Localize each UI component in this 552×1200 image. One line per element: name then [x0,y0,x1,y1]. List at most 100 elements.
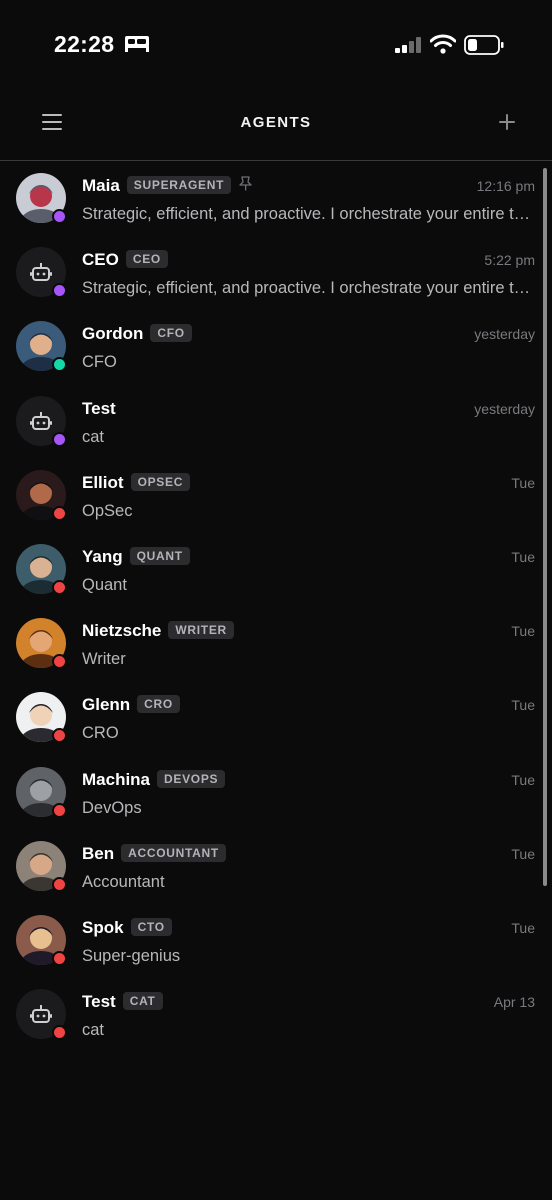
agent-timestamp: 12:16 pm [476,178,535,194]
agent-name: Machina [82,769,151,789]
role-badge: WRITER [168,621,234,640]
agent-row[interactable]: Spok CTO Tue Super-genius [0,903,552,977]
agent-timestamp: Tue [511,548,535,565]
agent-name: Glenn [82,695,131,715]
agent-preview: OpSec [82,501,133,520]
role-badge: CEO [125,250,168,269]
avatar [16,469,67,521]
agent-name: Nietzsche [82,621,162,641]
agent-name-line: Glenn CRO [82,695,180,715]
avatar [16,618,67,670]
status-dot [52,505,67,521]
agent-name: Maia [82,176,120,195]
wifi-icon [429,34,457,59]
role-badge: SUPERAGENT [126,176,232,194]
agent-name-line: Gordon CFO [82,324,192,344]
agent-name-line: Test CAT [82,992,163,1012]
avatar [16,321,67,373]
status-dot [52,1025,67,1041]
role-badge: CFO [150,324,192,343]
agent-timestamp: Tue [511,474,535,491]
status-dot [52,357,67,373]
plus-icon [499,114,515,130]
agent-timestamp: Tue [511,845,535,862]
agent-timestamp: Tue [511,697,535,714]
agent-name: Elliot [82,472,124,492]
role-badge: QUANT [129,546,190,565]
role-badge: OPSEC [130,472,191,491]
battery-icon [464,35,504,60]
avatar [16,543,67,595]
agent-name: Spok [82,917,124,937]
agent-name-line: Machina DEVOPS [82,769,226,790]
status-bar: 22:28 [0,0,552,90]
add-agent-button[interactable] [495,110,519,134]
agent-preview: Accountant [82,872,165,891]
agent-name-line: Yang QUANT [82,546,190,567]
agent-name-line: Nietzsche WRITER [82,621,234,641]
page-title: AGENTS [240,114,312,131]
bed-icon [124,34,150,59]
agent-row[interactable]: Elliot OPSEC Tue OpSec [0,458,552,532]
agent-name: Test [82,992,116,1012]
agent-preview: Writer [82,650,126,669]
agent-name: Gordon [82,324,144,344]
status-dot [52,654,67,670]
status-dot [52,283,67,299]
status-dot [52,802,67,818]
avatar [16,766,67,818]
agent-preview: CRO [82,724,119,743]
agent-name-line: Elliot OPSEC [82,472,191,493]
avatar [16,692,67,744]
agent-preview: cat [82,1021,105,1040]
agent-row[interactable]: Nietzsche WRITER Tue Writer [0,606,552,680]
agent-row[interactable]: CEO CEO 5:22 pm Strategic, efficient, and… [0,235,552,309]
agent-row[interactable]: Ben ACCOUNTANT Tue Accountant [0,829,552,903]
agent-preview: Super-genius [82,946,181,965]
agent-name-line: Ben ACCOUNTANT [82,843,226,864]
agent-preview: Strategic, efficient, and proactive. I o… [82,205,537,223]
agent-timestamp: Tue [511,919,535,936]
status-dot [52,579,67,595]
agent-name: CEO [82,250,119,270]
scrollbar[interactable] [543,168,547,886]
role-badge: CAT [122,992,163,1011]
role-badge: CTO [130,917,172,936]
status-dot [52,431,67,447]
agent-preview: Quant [82,575,127,594]
agent-row[interactable]: Test CAT Apr 13 cat [0,977,552,1051]
pin-icon [239,176,252,196]
agent-preview: cat [82,427,105,446]
agent-row[interactable]: Gordon CFO yesterday CFO [0,309,552,383]
agent-name-line: Test [82,399,116,419]
status-time: 22:28 [54,31,115,57]
agent-timestamp: Tue [511,623,535,640]
role-badge: ACCOUNTANT [121,843,226,862]
status-dot [52,950,67,966]
agent-timestamp: Apr 13 [493,994,535,1011]
agent-name-line: Maia SUPERAGENT [82,176,252,196]
agent-row[interactable]: Test yesterday cat [0,384,552,458]
agent-name: Test [82,398,116,418]
agent-row[interactable]: Glenn CRO Tue CRO [0,680,552,754]
agent-row[interactable]: Maia SUPERAGENT 12:16 pm Strategic, effic… [0,161,552,235]
agent-name: Yang [82,546,123,566]
agent-preview: DevOps [82,798,142,817]
agent-list: Maia SUPERAGENT 12:16 pm Strategic, effic… [0,161,552,1051]
agent-name-line: CEO CEO [82,250,168,270]
role-badge: DEVOPS [157,769,226,788]
avatar [16,914,67,966]
status-dot [52,876,67,892]
agent-timestamp: Tue [511,771,535,788]
agent-preview: Strategic, efficient, and proactive. I o… [82,279,537,298]
role-badge: CRO [137,695,180,714]
avatar [16,247,67,299]
agent-name: Ben [82,843,115,863]
agent-name-line: Spok CTO [82,917,172,938]
agent-row[interactable]: Yang QUANT Tue Quant [0,532,552,606]
agent-row[interactable]: Machina DEVOPS Tue DevOps [0,755,552,829]
avatar [16,395,67,447]
agent-timestamp: yesterday [474,326,535,343]
avatar [16,840,67,892]
status-dot [52,728,67,744]
